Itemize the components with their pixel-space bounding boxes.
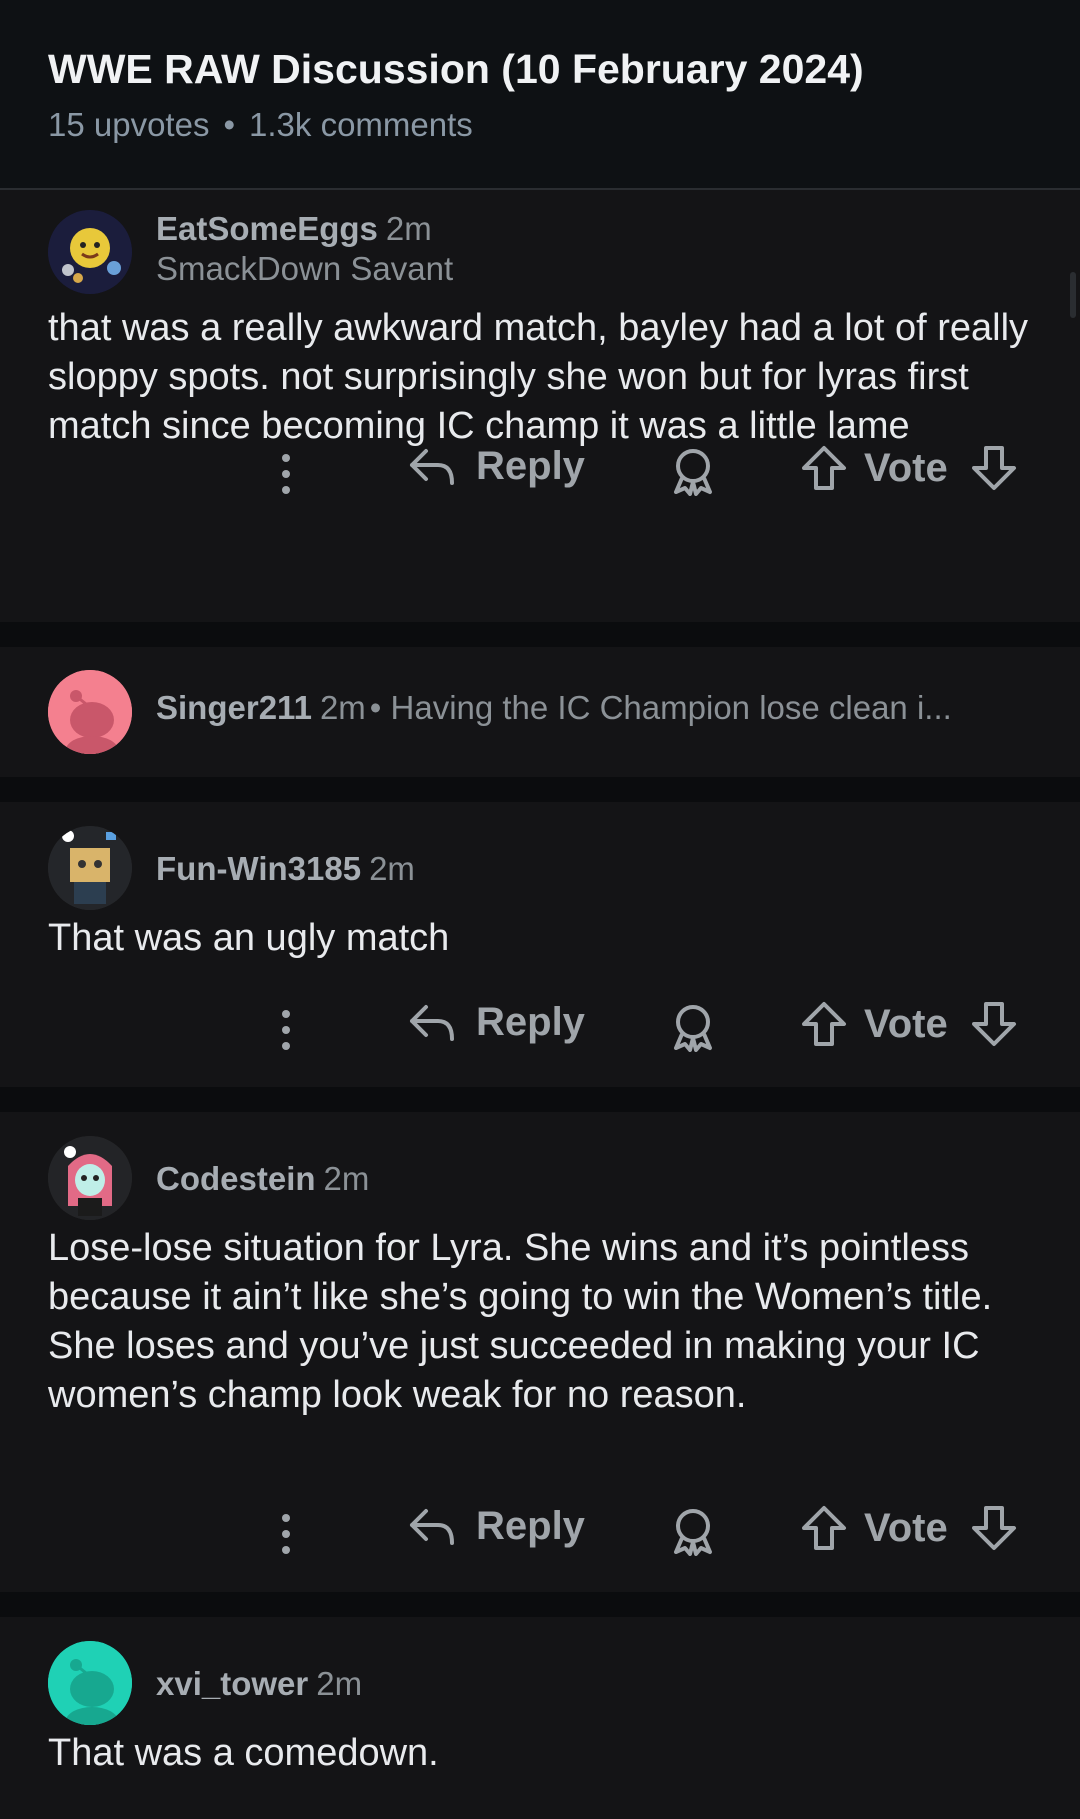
vote-control: Vote bbox=[800, 444, 1018, 492]
award-icon bbox=[674, 1005, 712, 1052]
comment-card: EatSomeEggs 2m SmackDown Savant that was … bbox=[0, 190, 1080, 622]
award-button[interactable] bbox=[670, 448, 716, 496]
vote-control: Vote bbox=[800, 1000, 1018, 1048]
reply-button[interactable]: Reply bbox=[408, 444, 585, 489]
comment-divider bbox=[0, 777, 1080, 802]
comment-time: 2m bbox=[369, 850, 415, 887]
comment-actions: Reply Vote bbox=[0, 444, 1080, 504]
collapsed-preview: • Having the IC Champion lose clean i... bbox=[369, 689, 952, 726]
comment-card: Codestein 2m Lose-lose situation for Lyra… bbox=[0, 1112, 1080, 1592]
upvote-icon[interactable] bbox=[800, 1504, 848, 1552]
avatar[interactable] bbox=[48, 826, 132, 910]
upvote-icon[interactable] bbox=[800, 1000, 848, 1048]
avatar[interactable] bbox=[48, 210, 132, 294]
more-options-icon[interactable] bbox=[274, 1008, 298, 1052]
comment-author[interactable]: Codestein 2m bbox=[156, 1160, 369, 1198]
username[interactable]: xvi_tower bbox=[156, 1665, 308, 1702]
comment-body: Lose-lose situation for Lyra. She wins a… bbox=[48, 1227, 993, 1416]
reply-button[interactable]: Reply bbox=[408, 1000, 585, 1045]
comment-time: 2m bbox=[323, 1160, 370, 1197]
comment-author[interactable]: EatSomeEggs 2m bbox=[156, 210, 432, 248]
upvote-icon[interactable] bbox=[800, 444, 848, 492]
username[interactable]: Fun-Win3185 bbox=[156, 850, 361, 887]
comment-time: 2m bbox=[319, 689, 366, 726]
reply-label: Reply bbox=[476, 444, 585, 488]
comment-actions: Reply Vote bbox=[0, 1000, 1080, 1060]
reply-icon bbox=[410, 1004, 454, 1041]
reply-label: Reply bbox=[476, 1000, 585, 1044]
comment-body: That was a comedown. bbox=[48, 1732, 439, 1774]
meta-separator: • bbox=[223, 106, 236, 143]
comment-card: xvi_tower 2m That was a comedown. bbox=[0, 1617, 1080, 1819]
downvote-icon[interactable] bbox=[970, 1000, 1018, 1048]
comment-author[interactable]: Singer211 2m • Having the IC Champion lose… bbox=[156, 689, 952, 727]
username[interactable]: Codestein bbox=[156, 1160, 316, 1197]
comment-time: 2m bbox=[385, 210, 432, 247]
comment-divider bbox=[0, 622, 1080, 647]
comment-body: That was an ugly match bbox=[48, 917, 450, 959]
collapsed-comment[interactable]: Singer211 2m • Having the IC Champion lose… bbox=[0, 647, 1080, 777]
award-button[interactable] bbox=[670, 1004, 716, 1052]
vote-label: Vote bbox=[864, 1001, 948, 1046]
award-button[interactable] bbox=[670, 1508, 716, 1556]
vote-control: Vote bbox=[800, 1504, 1018, 1552]
comment-actions: Reply Vote bbox=[0, 1504, 1080, 1564]
reply-icon bbox=[410, 448, 454, 485]
comment-body: that was a really awkward match, bayley … bbox=[48, 307, 1029, 447]
reply-icon bbox=[410, 1508, 454, 1545]
comment-divider bbox=[0, 1592, 1080, 1617]
avatar[interactable] bbox=[48, 1641, 132, 1725]
username[interactable]: EatSomeEggs bbox=[156, 210, 378, 247]
scrollbar[interactable] bbox=[1070, 272, 1076, 318]
upvote-count: 15 upvotes bbox=[48, 106, 210, 143]
more-options-icon[interactable] bbox=[274, 1512, 298, 1556]
comment-card: Fun-Win3185 2m That was an ugly match Rep… bbox=[0, 802, 1080, 1087]
comment-author[interactable]: Fun-Win3185 2m bbox=[156, 850, 415, 888]
post-title: WWE RAW Discussion (10 February 2024) bbox=[48, 46, 864, 92]
vote-label: Vote bbox=[864, 445, 948, 490]
award-icon bbox=[674, 449, 712, 496]
username[interactable]: Singer211 bbox=[156, 689, 312, 726]
downvote-icon[interactable] bbox=[970, 1504, 1018, 1552]
avatar[interactable] bbox=[48, 1136, 132, 1220]
award-icon bbox=[674, 1509, 712, 1556]
post-header: WWE RAW Discussion (10 February 2024) 15… bbox=[0, 0, 1080, 190]
user-flair: SmackDown Savant bbox=[156, 250, 454, 287]
vote-label: Vote bbox=[864, 1505, 948, 1550]
comment-author[interactable]: xvi_tower 2m bbox=[156, 1665, 362, 1703]
post-meta: 15 upvotes • 1.3k comments bbox=[48, 106, 473, 144]
comment-divider bbox=[0, 1087, 1080, 1112]
more-options-icon[interactable] bbox=[274, 452, 298, 496]
avatar[interactable] bbox=[48, 670, 132, 754]
downvote-icon[interactable] bbox=[970, 444, 1018, 492]
comment-count: 1.3k comments bbox=[249, 106, 473, 143]
reply-button[interactable]: Reply bbox=[408, 1504, 585, 1549]
reply-label: Reply bbox=[476, 1504, 585, 1548]
comment-time: 2m bbox=[316, 1665, 363, 1702]
